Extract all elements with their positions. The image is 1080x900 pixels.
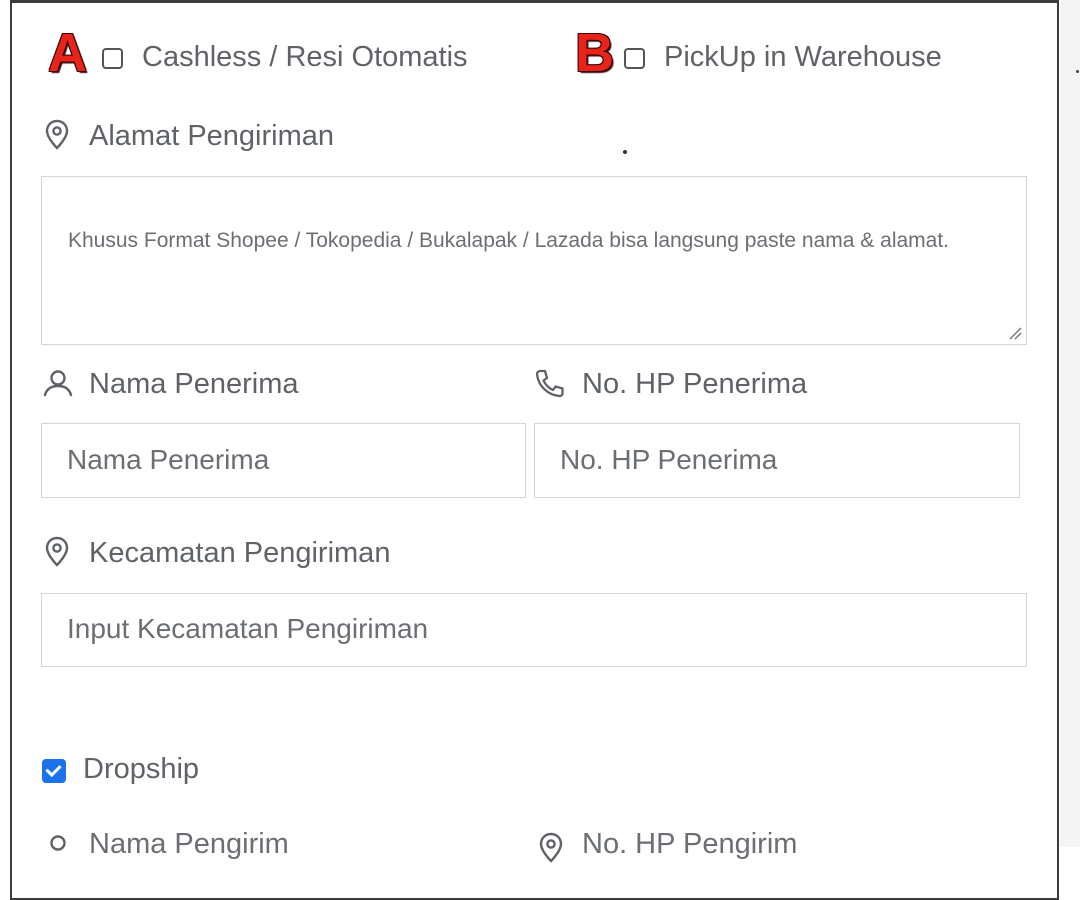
recipient-phone-label: No. HP Penerima: [582, 368, 808, 400]
district-input[interactable]: Input Kecamatan Pengiriman: [41, 593, 1027, 667]
district-placeholder: Input Kecamatan Pengiriman: [67, 613, 429, 644]
recipient-phone-placeholder: No. HP Penerima: [560, 444, 778, 475]
annotation-marker-b: B: [575, 23, 614, 83]
recipient-phone-input[interactable]: No. HP Penerima: [534, 423, 1020, 498]
district-label: Kecamatan Pengiriman: [89, 537, 391, 569]
user-icon: [50, 835, 66, 851]
dropship-label[interactable]: Dropship: [83, 752, 199, 786]
location-pin-icon: [45, 536, 69, 567]
dropship-checkbox[interactable]: [42, 759, 66, 783]
phone-icon: [535, 369, 564, 398]
recipient-name-placeholder: Nama Penerima: [67, 444, 270, 475]
recipient-name-input[interactable]: Nama Penerima: [41, 423, 526, 498]
annotation-marker-a: A: [48, 23, 87, 83]
address-textarea-placeholder: Khusus Format Shopee / Tokopedia / Bukal…: [68, 229, 950, 252]
resize-grip-icon[interactable]: [1008, 326, 1022, 340]
cashless-label[interactable]: Cashless / Resi Otomatis: [142, 40, 468, 74]
recipient-name-label: Nama Penerima: [89, 368, 299, 400]
sender-phone-label: No. HP Pengirim: [582, 828, 798, 860]
page-background-strip: [1060, 0, 1080, 847]
location-pin-icon: [539, 832, 563, 863]
cashless-checkbox[interactable]: [102, 48, 123, 69]
sender-name-label: Nama Pengirim: [89, 828, 289, 860]
address-textarea[interactable]: Khusus Format Shopee / Tokopedia / Bukal…: [41, 176, 1027, 345]
stray-dot: [623, 150, 627, 154]
address-label: Alamat Pengiriman: [89, 120, 334, 152]
pickup-label[interactable]: PickUp in Warehouse: [664, 40, 942, 74]
page-dot: [1076, 70, 1079, 73]
location-pin-icon: [45, 119, 69, 150]
pickup-checkbox[interactable]: [624, 48, 645, 69]
user-icon: [43, 370, 73, 397]
